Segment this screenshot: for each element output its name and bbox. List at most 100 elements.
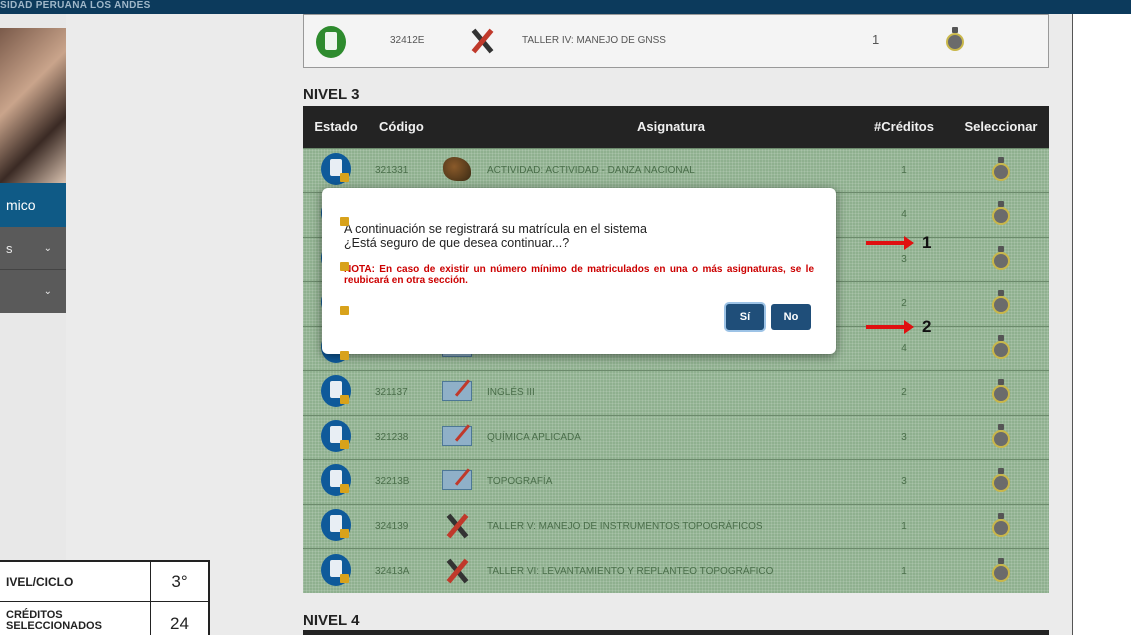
level-3-title: NIVEL 3 [303,86,360,103]
course-code: 321238 [369,414,431,460]
pending-status-icon [321,375,351,408]
lock-icon [340,573,349,583]
book-icon [442,425,472,446]
header-seleccionar: Seleccionar [953,106,1049,148]
stopwatch-icon[interactable] [990,201,1012,226]
summary-row-level: IVEL/CICLO 3° [0,562,208,602]
annotation-number-2: 2 [922,317,932,336]
lock-icon [340,484,349,494]
header-asignatura: Asignatura [483,106,855,148]
stopwatch-icon[interactable] [944,27,966,51]
course-name: QUÍMICA APLICADA [483,414,855,460]
sidebar-item-2[interactable]: s ⌄ [0,227,66,270]
course-credits: 4 [855,192,953,237]
sidebar-item-label: mico [6,197,36,213]
level-4-header [303,630,1049,635]
stopwatch-icon[interactable] [990,245,1012,270]
no-button[interactable]: No [771,304,811,330]
pending-status-icon [321,508,351,541]
header-codigo: Código [369,106,431,148]
tools-icon [443,557,471,583]
pending-status-icon [321,419,351,452]
enrolled-status-icon [316,26,346,58]
course-code: 321331 [369,147,431,193]
lock-icon [340,528,349,538]
sidebar-item-label: s [6,241,13,256]
summary-label: CRÉDITOS SELECCIONADOS [6,609,102,632]
course-name: TALLER V: MANEJO DE INSTRUMENTOS TOPOGRÁ… [483,503,855,549]
summary-row-credits: CRÉDITOS SELECCIONADOS 24 [0,602,208,635]
pending-status-icon [321,464,351,497]
header-estado: Estado [303,106,369,148]
course-name: INGLÉS III [483,370,855,415]
tools-icon [468,27,496,53]
header-creditos: #Créditos [855,106,953,148]
annotation-number-1: 1 [922,233,932,252]
stopwatch-icon[interactable] [990,468,1012,493]
lock-icon [340,261,349,271]
level-4-title: NIVEL 4 [303,612,360,629]
brand-text: SIDAD PERUANA LOS ANDES [0,0,151,11]
book-icon [442,381,472,402]
stopwatch-icon[interactable] [990,379,1012,404]
table-row: 321137 INGLÉS III 2 [303,370,1049,415]
table-row-previous: 32412E TALLER IV: MANEJO DE GNSS 1 [303,14,1049,68]
dialog-line-1: A continuación se registrará su matrícul… [344,222,647,236]
lock-icon [340,439,349,449]
sidebar-photo [0,28,66,183]
stopwatch-icon[interactable] [990,423,1012,448]
course-code: 321137 [369,370,431,415]
lock-icon [340,350,349,360]
table-row: 324139 TALLER V: MANEJO DE INSTRUMENTOS T… [303,503,1049,549]
stopwatch-icon[interactable] [990,557,1012,582]
summary-value: 24 [150,602,208,635]
course-credits: 3 [855,459,953,504]
table-row: 321331 ACTIVIDAD: ACTIVIDAD - DANZA NACIO… [303,147,1049,193]
stopwatch-icon[interactable] [990,156,1012,181]
summary-label: IVEL/CICLO [6,575,74,589]
dialog-note: NOTA: En caso de existir un número mínim… [344,264,814,286]
course-credits: 1 [855,548,953,593]
pending-status-icon [321,553,351,586]
right-column [1072,14,1131,635]
lock-icon [340,217,349,227]
sidebar: mico s ⌄ ⌄ [0,14,66,635]
course-code: 324139 [369,503,431,549]
table-row: 32413A TALLER VI: LEVANTAMIENTO Y REPLANT… [303,548,1049,593]
course-credits: 2 [855,370,953,415]
yes-button[interactable]: Sí [726,304,764,330]
course-name: TALLER IV: MANEJO DE GNSS [522,35,666,46]
course-name: TOPOGRAFÍA [483,459,855,504]
book-icon [442,470,472,491]
dance-icon [443,156,471,181]
lock-icon [340,395,349,405]
arrow-annotation-1 [866,236,914,250]
stopwatch-icon[interactable] [990,512,1012,537]
course-name: TALLER VI: LEVANTAMIENTO Y REPLANTEO TOP… [483,548,855,593]
pending-status-icon [321,152,351,185]
summary-box: IVEL/CICLO 3° CRÉDITOS SELECCIONADOS 24 [0,560,210,635]
course-credits: 1 [872,32,880,47]
course-code: 32412E [390,35,425,46]
arrow-annotation-2 [866,320,914,334]
chevron-down-icon: ⌄ [43,243,52,254]
sidebar-item-academico[interactable]: mico [0,183,66,227]
dialog-message: A continuación se registrará su matrícul… [344,222,647,250]
table-row: 321238 QUÍMICA APLICADA 3 [303,414,1049,460]
course-code: 32213B [369,459,431,504]
sidebar-item-3[interactable]: ⌄ [0,270,66,313]
dialog-line-2: ¿Está seguro de que desea continuar...? [344,236,570,250]
lock-icon [340,172,349,182]
top-bar: SIDAD PERUANA LOS ANDES [0,0,1131,14]
course-credits: 1 [855,503,953,549]
tools-icon [443,512,471,538]
stopwatch-icon[interactable] [990,334,1012,359]
lock-icon [340,306,349,316]
chevron-down-icon: ⌄ [43,286,52,297]
course-credits: 3 [855,414,953,460]
stopwatch-icon[interactable] [990,290,1012,315]
summary-value: 3° [150,562,208,601]
course-name: ACTIVIDAD: ACTIVIDAD - DANZA NACIONAL [483,147,855,193]
confirm-dialog: A continuación se registrará su matrícul… [322,188,836,354]
course-code: 32413A [369,548,431,593]
